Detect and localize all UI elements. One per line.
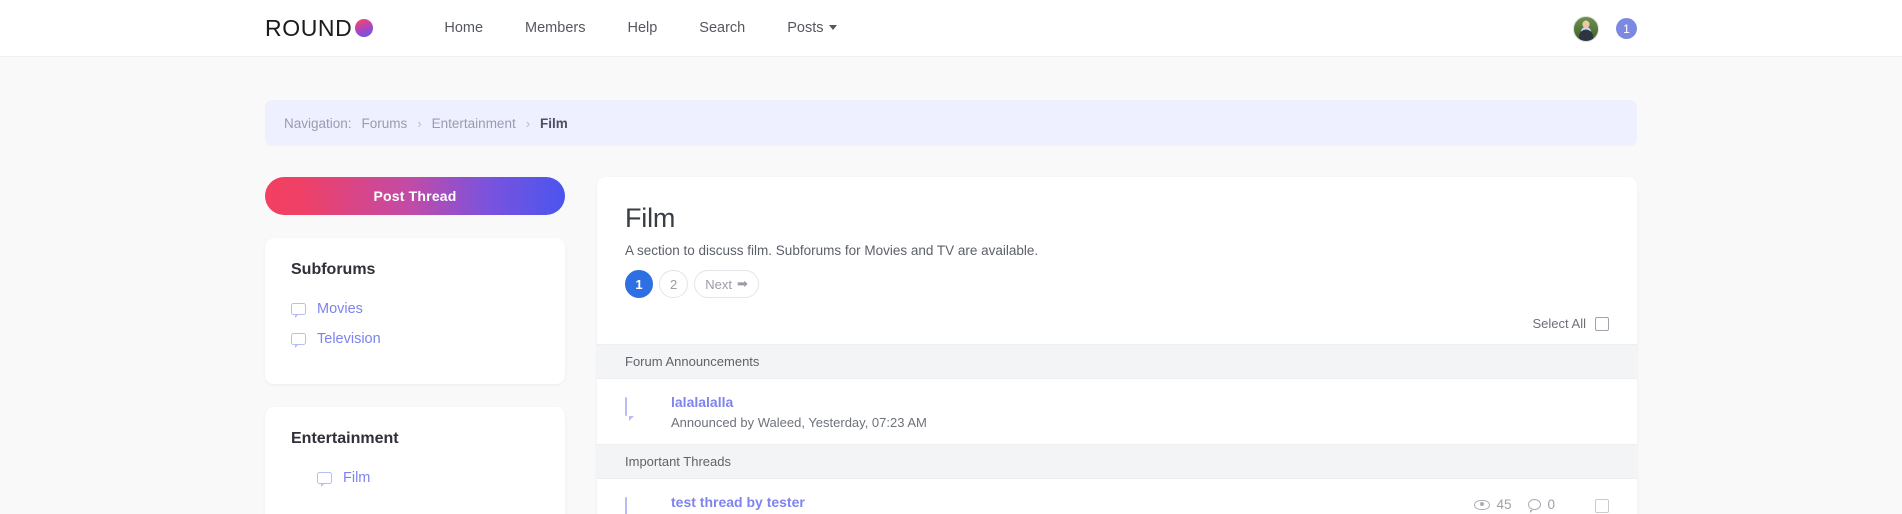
- views-count: 45: [1496, 497, 1512, 512]
- nav-link-home[interactable]: Home: [423, 20, 504, 36]
- nav-link-members-label: Members: [525, 20, 586, 36]
- select-all-row: Select All: [597, 298, 1637, 344]
- breadcrumb-item-entertainment[interactable]: Entertainment: [432, 116, 516, 131]
- speech-bubble-icon: [317, 472, 332, 488]
- gradient-circle-icon: [355, 19, 374, 37]
- views-stat: 45: [1474, 497, 1511, 512]
- thread-icon-cell: [625, 494, 671, 514]
- nav-link-posts-label: Posts: [787, 20, 824, 36]
- nav-link-members[interactable]: Members: [504, 20, 606, 36]
- pagination-next-label: Next: [705, 276, 732, 292]
- nav-link-home-label: Home: [444, 20, 484, 36]
- sidebar-item-movies[interactable]: Movies: [291, 294, 539, 324]
- sidebar: Post Thread Subforums Movies Television …: [265, 177, 565, 514]
- thread-icon-cell: [625, 394, 671, 416]
- entertainment-card: Entertainment Film: [265, 407, 565, 514]
- thread-status-icon: [625, 497, 627, 514]
- thread-select-checkbox[interactable]: [1595, 499, 1609, 513]
- sidebar-item-television[interactable]: Television: [291, 324, 539, 354]
- content-layout: Post Thread Subforums Movies Television …: [265, 177, 1637, 514]
- speech-bubble-icon: [291, 303, 306, 319]
- avatar[interactable]: [1573, 15, 1599, 42]
- nav-link-help-label: Help: [627, 20, 658, 36]
- page-container: Navigation: Forums › Entertainment › Fil…: [0, 100, 1902, 514]
- nav-link-search[interactable]: Search: [678, 20, 766, 36]
- comment-icon: [1528, 499, 1542, 513]
- section-header-important: Important Threads: [597, 444, 1637, 479]
- thread-main: lalalalalla Announced by Waleed, Yesterd…: [671, 394, 1609, 430]
- pagination-next-button[interactable]: Next ➡: [694, 270, 759, 298]
- thread-meta: Announced by Waleed, Yesterday, 07:23 AM: [671, 415, 927, 430]
- section-header-announcements: Forum Announcements: [597, 344, 1637, 379]
- top-navbar: ROUND Home Members Help Search Posts 1: [0, 0, 1902, 57]
- nav-links: Home Members Help Search Posts: [423, 20, 857, 36]
- breadcrumb-label: Navigation:: [284, 115, 352, 131]
- sidebar-item-film[interactable]: Film: [291, 463, 539, 493]
- breadcrumb-separator: ›: [525, 115, 531, 131]
- navbar-user-area: 1: [1573, 0, 1637, 57]
- thread-check-cell: [1555, 494, 1609, 513]
- main-panel: Film A section to discuss film. Subforum…: [597, 177, 1637, 514]
- chevron-down-icon: [828, 25, 837, 30]
- sidebar-item-film-label: Film: [343, 470, 371, 486]
- select-all-checkbox[interactable]: [1595, 316, 1609, 331]
- breadcrumb: Navigation: Forums › Entertainment › Fil…: [265, 100, 1637, 146]
- breadcrumb-current: Film: [540, 115, 568, 131]
- nav-link-search-label: Search: [699, 20, 746, 36]
- thread-title-link[interactable]: lalalalalla: [671, 394, 733, 410]
- entertainment-title: Entertainment: [291, 430, 399, 447]
- page-title: Film: [625, 203, 676, 233]
- speech-bubble-icon: [625, 397, 627, 416]
- thread-title-link[interactable]: test thread by tester: [671, 494, 805, 510]
- nav-link-posts[interactable]: Posts: [766, 20, 857, 36]
- pagination-page-2[interactable]: 2: [659, 270, 689, 298]
- site-logo[interactable]: ROUND: [265, 14, 374, 42]
- arrow-right-icon: ➡: [736, 276, 748, 291]
- select-all-label: Select All: [1532, 316, 1586, 331]
- subforums-card: Subforums Movies Television: [265, 238, 565, 384]
- logo-text: ROUND: [265, 14, 353, 41]
- breadcrumb-item-forums[interactable]: Forums: [362, 116, 408, 131]
- table-row: test thread by tester 45 0: [597, 479, 1637, 514]
- forum-description: A section to discuss film. Subforums for…: [625, 243, 1039, 258]
- sidebar-item-television-label: Television: [317, 331, 381, 347]
- eye-icon: [1474, 499, 1491, 510]
- post-thread-button[interactable]: Post Thread: [265, 177, 565, 215]
- table-row: lalalalalla Announced by Waleed, Yesterd…: [597, 379, 1637, 444]
- replies-count: 0: [1547, 497, 1555, 512]
- thread-main: test thread by tester: [671, 494, 1474, 514]
- pagination: 1 2 Next ➡: [625, 270, 1609, 298]
- speech-bubble-icon: [291, 333, 306, 349]
- forum-header: Film A section to discuss film. Subforum…: [597, 177, 1637, 298]
- sidebar-item-movies-label: Movies: [317, 301, 363, 317]
- nav-link-help[interactable]: Help: [606, 20, 678, 36]
- subforums-title: Subforums: [291, 261, 376, 278]
- thread-stats: 45 0: [1474, 494, 1555, 513]
- replies-stat: 0: [1528, 497, 1555, 513]
- breadcrumb-separator: ›: [417, 115, 422, 131]
- notification-badge[interactable]: 1: [1616, 18, 1637, 39]
- pagination-page-1[interactable]: 1: [625, 270, 653, 298]
